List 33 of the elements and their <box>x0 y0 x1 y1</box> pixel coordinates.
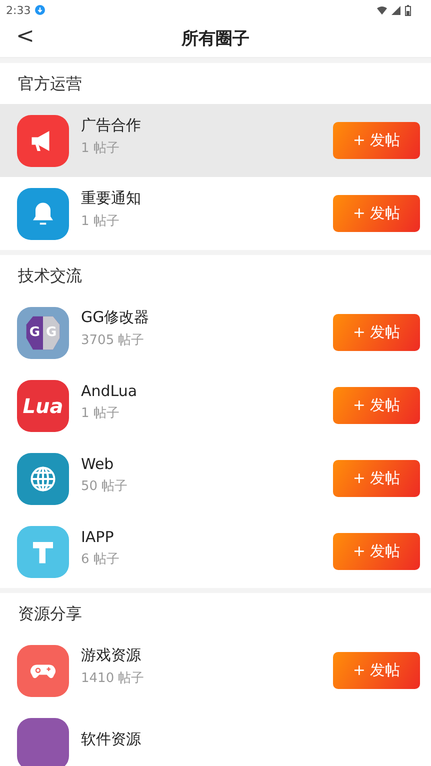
section-title: 官方运营 <box>17 73 83 95</box>
circle-row[interactable]: IAPP 6 帖子 + 发帖 <box>0 515 431 588</box>
page-title: 所有圈子 <box>182 28 250 50</box>
circle-row[interactable]: Lua AndLua 1 帖子 + 发帖 <box>0 369 431 442</box>
circle-name: 广告合作 <box>81 116 141 135</box>
circle-row[interactable]: GG GG修改器 3705 帖子 + 发帖 <box>0 296 431 369</box>
battery-icon <box>405 4 411 16</box>
download-icon <box>34 5 45 15</box>
post-count: 1 帖子 <box>81 404 120 422</box>
section-title: 技术交流 <box>17 265 83 287</box>
circle-name: Web <box>81 454 114 472</box>
post-count: 1 帖子 <box>81 213 120 230</box>
circle-name: IAPP <box>81 528 114 546</box>
post-count: 6 帖子 <box>81 550 120 568</box>
circle-row[interactable]: 广告合作 1 帖子 + 发帖 <box>0 104 431 177</box>
circle-name: 重要通知 <box>81 189 141 208</box>
section-title: 资源分享 <box>17 603 83 625</box>
circle-name: AndLua <box>81 382 138 400</box>
signal-icon <box>391 6 401 14</box>
post-count: 1410 帖子 <box>81 670 144 687</box>
post-count: 50 帖子 <box>81 478 128 494</box>
circle-row[interactable]: Web 50 帖子 + 发帖 <box>0 442 431 515</box>
post-count: 3705 帖子 <box>81 332 144 349</box>
back-button[interactable]: < <box>10 24 40 49</box>
circle-name: GG修改器 <box>81 308 150 327</box>
status-time: 2:33 <box>6 4 31 16</box>
circle-row[interactable]: 重要通知 1 帖子 + 发帖 <box>0 177 431 250</box>
wifi-icon <box>377 6 387 14</box>
circle-name: 软件资源 <box>81 730 141 749</box>
circle-name: 游戏资源 <box>81 646 141 665</box>
post-count: 1 帖子 <box>81 140 120 157</box>
circle-row[interactable]: 软件资源 <box>0 707 431 766</box>
circle-row[interactable]: 游戏资源 1410 帖子 + 发帖 <box>0 634 431 707</box>
